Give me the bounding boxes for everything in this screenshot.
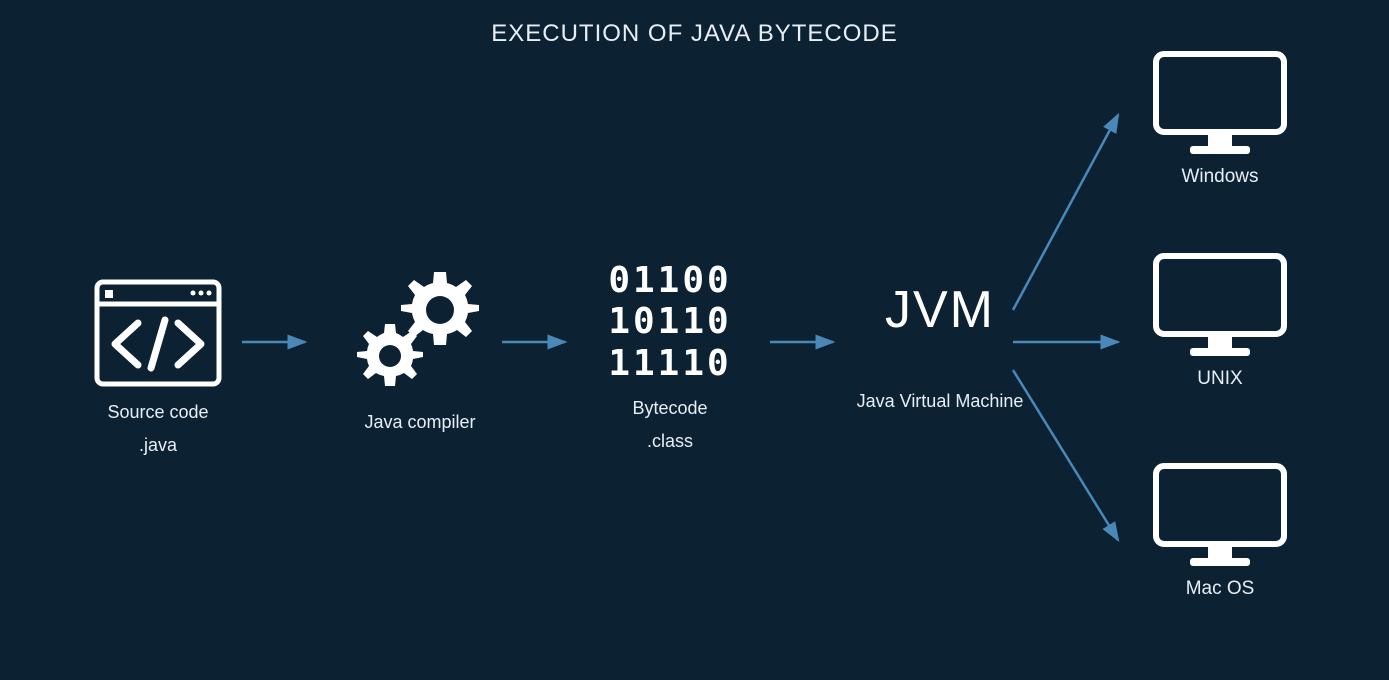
binary-row: 11110 xyxy=(608,343,731,384)
arrow-icon xyxy=(768,332,848,352)
compiler-label: Java compiler xyxy=(320,410,520,435)
code-window-icon xyxy=(78,278,238,388)
arrow-branch-up-icon xyxy=(1008,100,1138,360)
arrow-branch-mid-icon xyxy=(1008,332,1138,352)
bytecode-label: Bytecode xyxy=(580,396,760,421)
monitor-icon xyxy=(1130,460,1310,570)
binary-row: 01100 xyxy=(608,260,731,301)
arrow-icon xyxy=(500,332,580,352)
unix-label: UNIX xyxy=(1130,368,1310,390)
monitor-icon xyxy=(1130,48,1310,158)
bytecode-sublabel: .class xyxy=(580,431,760,452)
monitor-icon xyxy=(1130,250,1310,360)
unix-node: UNIX xyxy=(1130,250,1310,390)
binary-row: 10110 xyxy=(608,301,731,342)
macos-node: Mac OS xyxy=(1130,460,1310,600)
gears-icon xyxy=(320,268,520,398)
windows-node: Windows xyxy=(1130,48,1310,188)
arrow-icon xyxy=(240,332,320,352)
source-code-sublabel: .java xyxy=(78,435,238,456)
windows-label: Windows xyxy=(1130,166,1310,188)
source-code-label: Source code xyxy=(78,400,238,425)
binary-icon: 01100 10110 11110 xyxy=(580,260,760,384)
source-code-node: Source code .java xyxy=(78,278,238,456)
diagram-title: EXECUTION OF JAVA BYTECODE xyxy=(491,20,898,48)
macos-label: Mac OS xyxy=(1130,578,1310,600)
java-compiler-node: Java compiler xyxy=(320,268,520,435)
bytecode-node: 01100 10110 11110 Bytecode .class xyxy=(580,260,760,452)
arrow-branch-down-icon xyxy=(1008,360,1138,580)
